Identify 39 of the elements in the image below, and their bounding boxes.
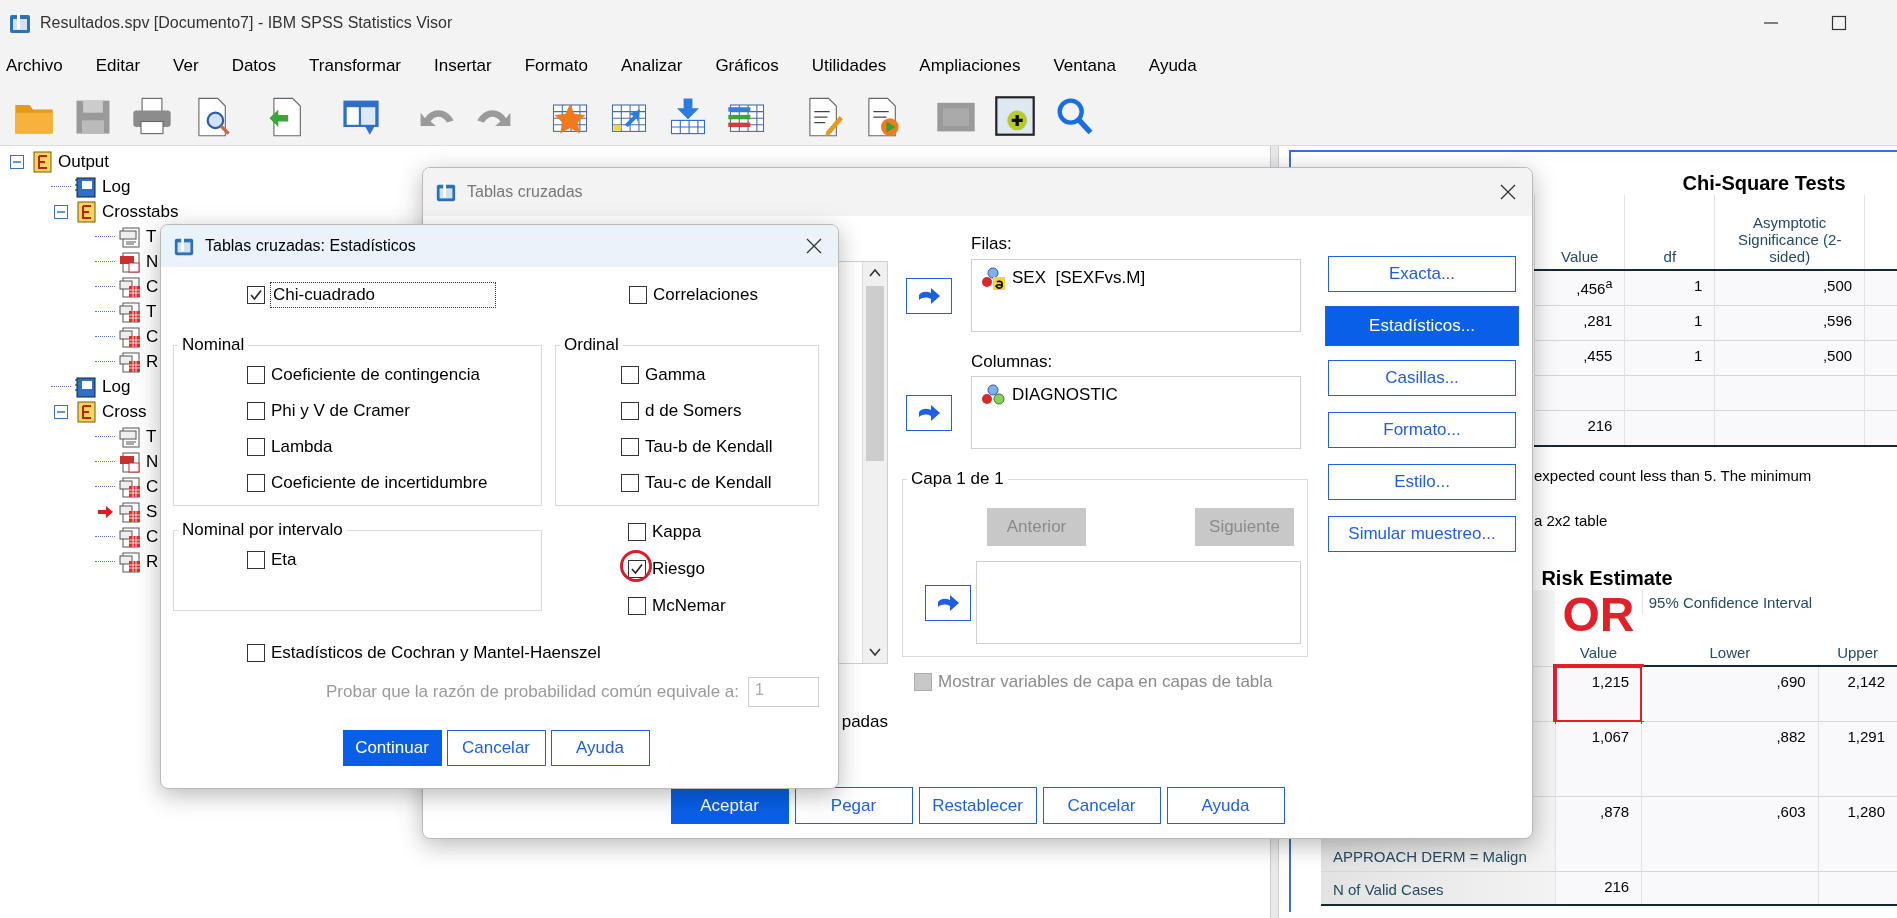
table-cell: ,596 [1714,305,1865,341]
annotation-label: OR [1562,588,1635,641]
checkbox-label: padas [840,712,888,732]
table-cell: ,603 [1641,796,1819,872]
table-cell: 1,067 [1555,721,1642,797]
table-cell: ,878 [1555,796,1642,872]
table-cell: ,455 [1534,340,1625,376]
dialog-title: Tablas cruzadas: Estadísticos [205,237,417,255]
table-cell: 1,291 [1818,721,1897,797]
group-title: Nominal [181,335,246,355]
row-header: N of Valid Cases [1321,871,1556,905]
dialog-title: Tablas cruzadas [467,183,584,201]
window-title: Resultados.spv [Documento7] - IBM SPSS Statistics Visor [40,13,454,32]
footnote: expected count less than 5. The minimum [1534,466,1813,486]
table-cell: ,456$^{a}$ [1534,270,1625,306]
table-cell: 2,142 [1818,666,1897,722]
table-cell: 216 [1534,410,1625,446]
footnote: a 2x2 table [1534,511,1609,531]
table-cell: 1,215 [1555,666,1642,722]
group-title: Ordinal [563,335,620,355]
field-label: Columnas: [970,352,1054,372]
field-label: Filas: [970,234,1013,254]
table-cell: 1,280 [1818,796,1897,872]
table-cell: 1 [1624,305,1715,341]
table-cell: ,281 [1534,305,1625,341]
group-title: Capa 1 de 1 [910,469,1005,489]
table-cell: ,882 [1641,721,1819,797]
table-cell: ,690 [1641,666,1819,722]
column-header: Value [1555,640,1642,666]
table-cell: 216 [1555,871,1642,905]
field-label: Probar que la razón de probabilidad común equivale a: [326,682,739,702]
table-cell: ,500 [1714,340,1865,376]
table-title: Risk Estimate [1540,567,1674,590]
group-title: Nominal por intervalo [181,520,344,540]
table-cell: 1 [1624,270,1715,306]
table-cell: 1 [1624,340,1715,376]
table-title: Chi-Square Tests [1681,172,1847,195]
column-group-header: 95% Confidence Interval [1641,590,1819,615]
table-cell: ,500 [1714,270,1865,306]
